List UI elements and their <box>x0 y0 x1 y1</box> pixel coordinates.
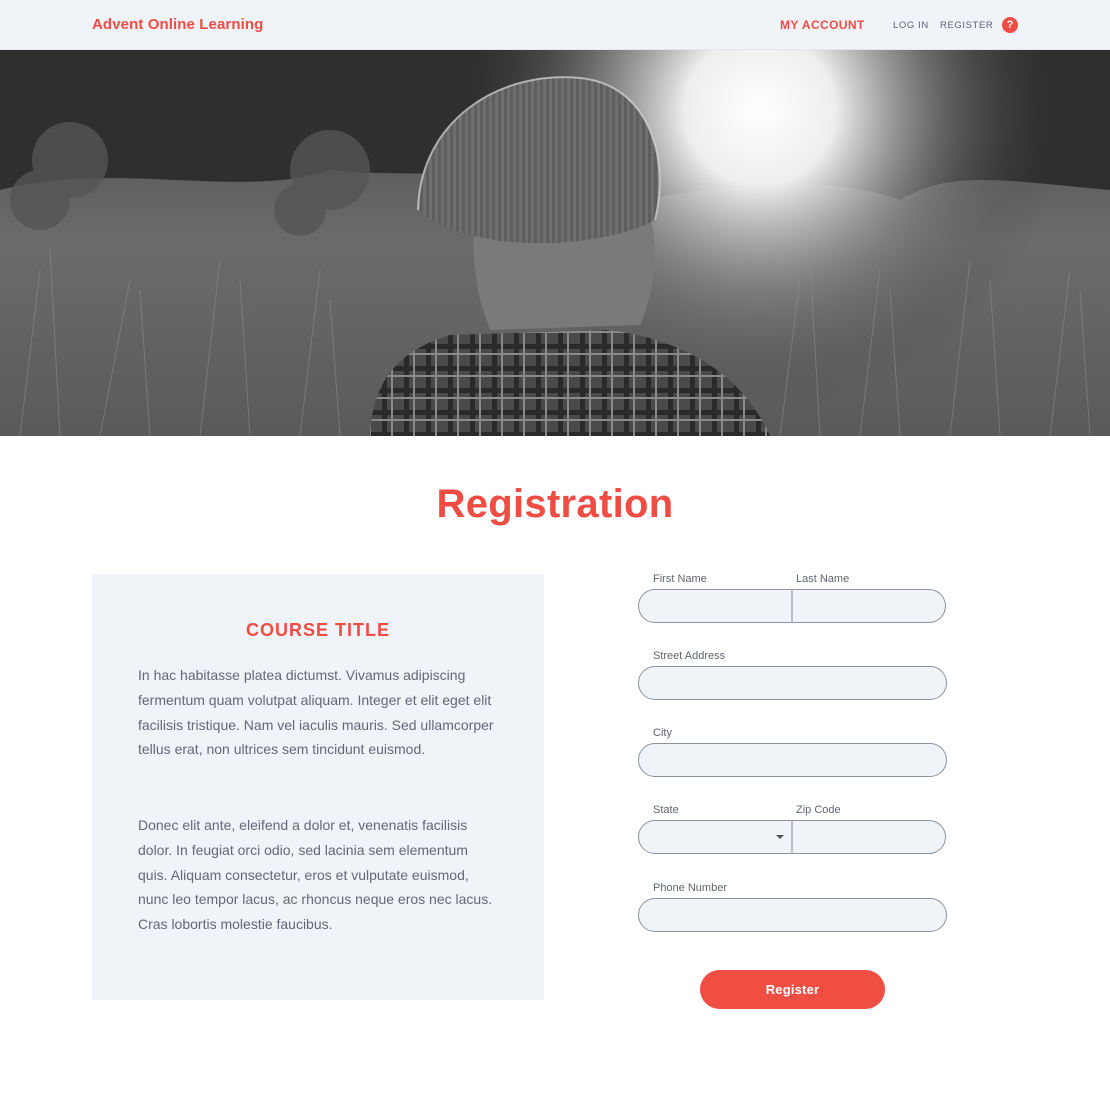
page-title: Registration <box>436 482 674 526</box>
state-label: State <box>653 804 679 816</box>
first-name-label: First Name <box>653 573 707 585</box>
street-address-field[interactable] <box>638 666 947 700</box>
phone-number-field[interactable] <box>638 898 947 932</box>
chevron-down-icon <box>776 835 784 839</box>
last-name-label: Last Name <box>796 573 850 585</box>
hero-photo-icon <box>0 50 1110 436</box>
register-button[interactable]: Register <box>700 970 885 1009</box>
course-title: COURSE TITLE <box>245 620 390 640</box>
phone-number-label: Phone Number <box>653 882 727 894</box>
course-description-paragraph: In hac habitasse platea dictumst. Vivamu… <box>138 667 494 758</box>
help-icon[interactable]: ? <box>1002 17 1018 33</box>
state-select[interactable] <box>638 820 793 854</box>
hero-banner <box>0 50 1110 436</box>
street-address-label: Street Address <box>653 650 726 662</box>
top-navigation-bar: Advent Online Learning MY ACCOUNT LOG IN… <box>0 0 1110 50</box>
last-name-field[interactable] <box>791 589 946 623</box>
zip-code-label: Zip Code <box>796 804 841 816</box>
city-label: City <box>653 727 672 739</box>
brand-logo-link[interactable]: Advent Online Learning <box>92 16 263 33</box>
log-in-link[interactable]: LOG IN <box>893 20 929 31</box>
course-info-panel: COURSE TITLE In hac habitasse platea dic… <box>92 574 544 1000</box>
first-name-field[interactable] <box>638 589 793 623</box>
course-description-paragraph: Donec elit ante, eleifend a dolor et, ve… <box>138 817 493 933</box>
register-nav-link[interactable]: REGISTER <box>940 20 993 31</box>
city-field[interactable] <box>638 743 947 777</box>
my-account-link[interactable]: MY ACCOUNT <box>780 18 865 32</box>
zip-code-field[interactable] <box>791 820 946 854</box>
